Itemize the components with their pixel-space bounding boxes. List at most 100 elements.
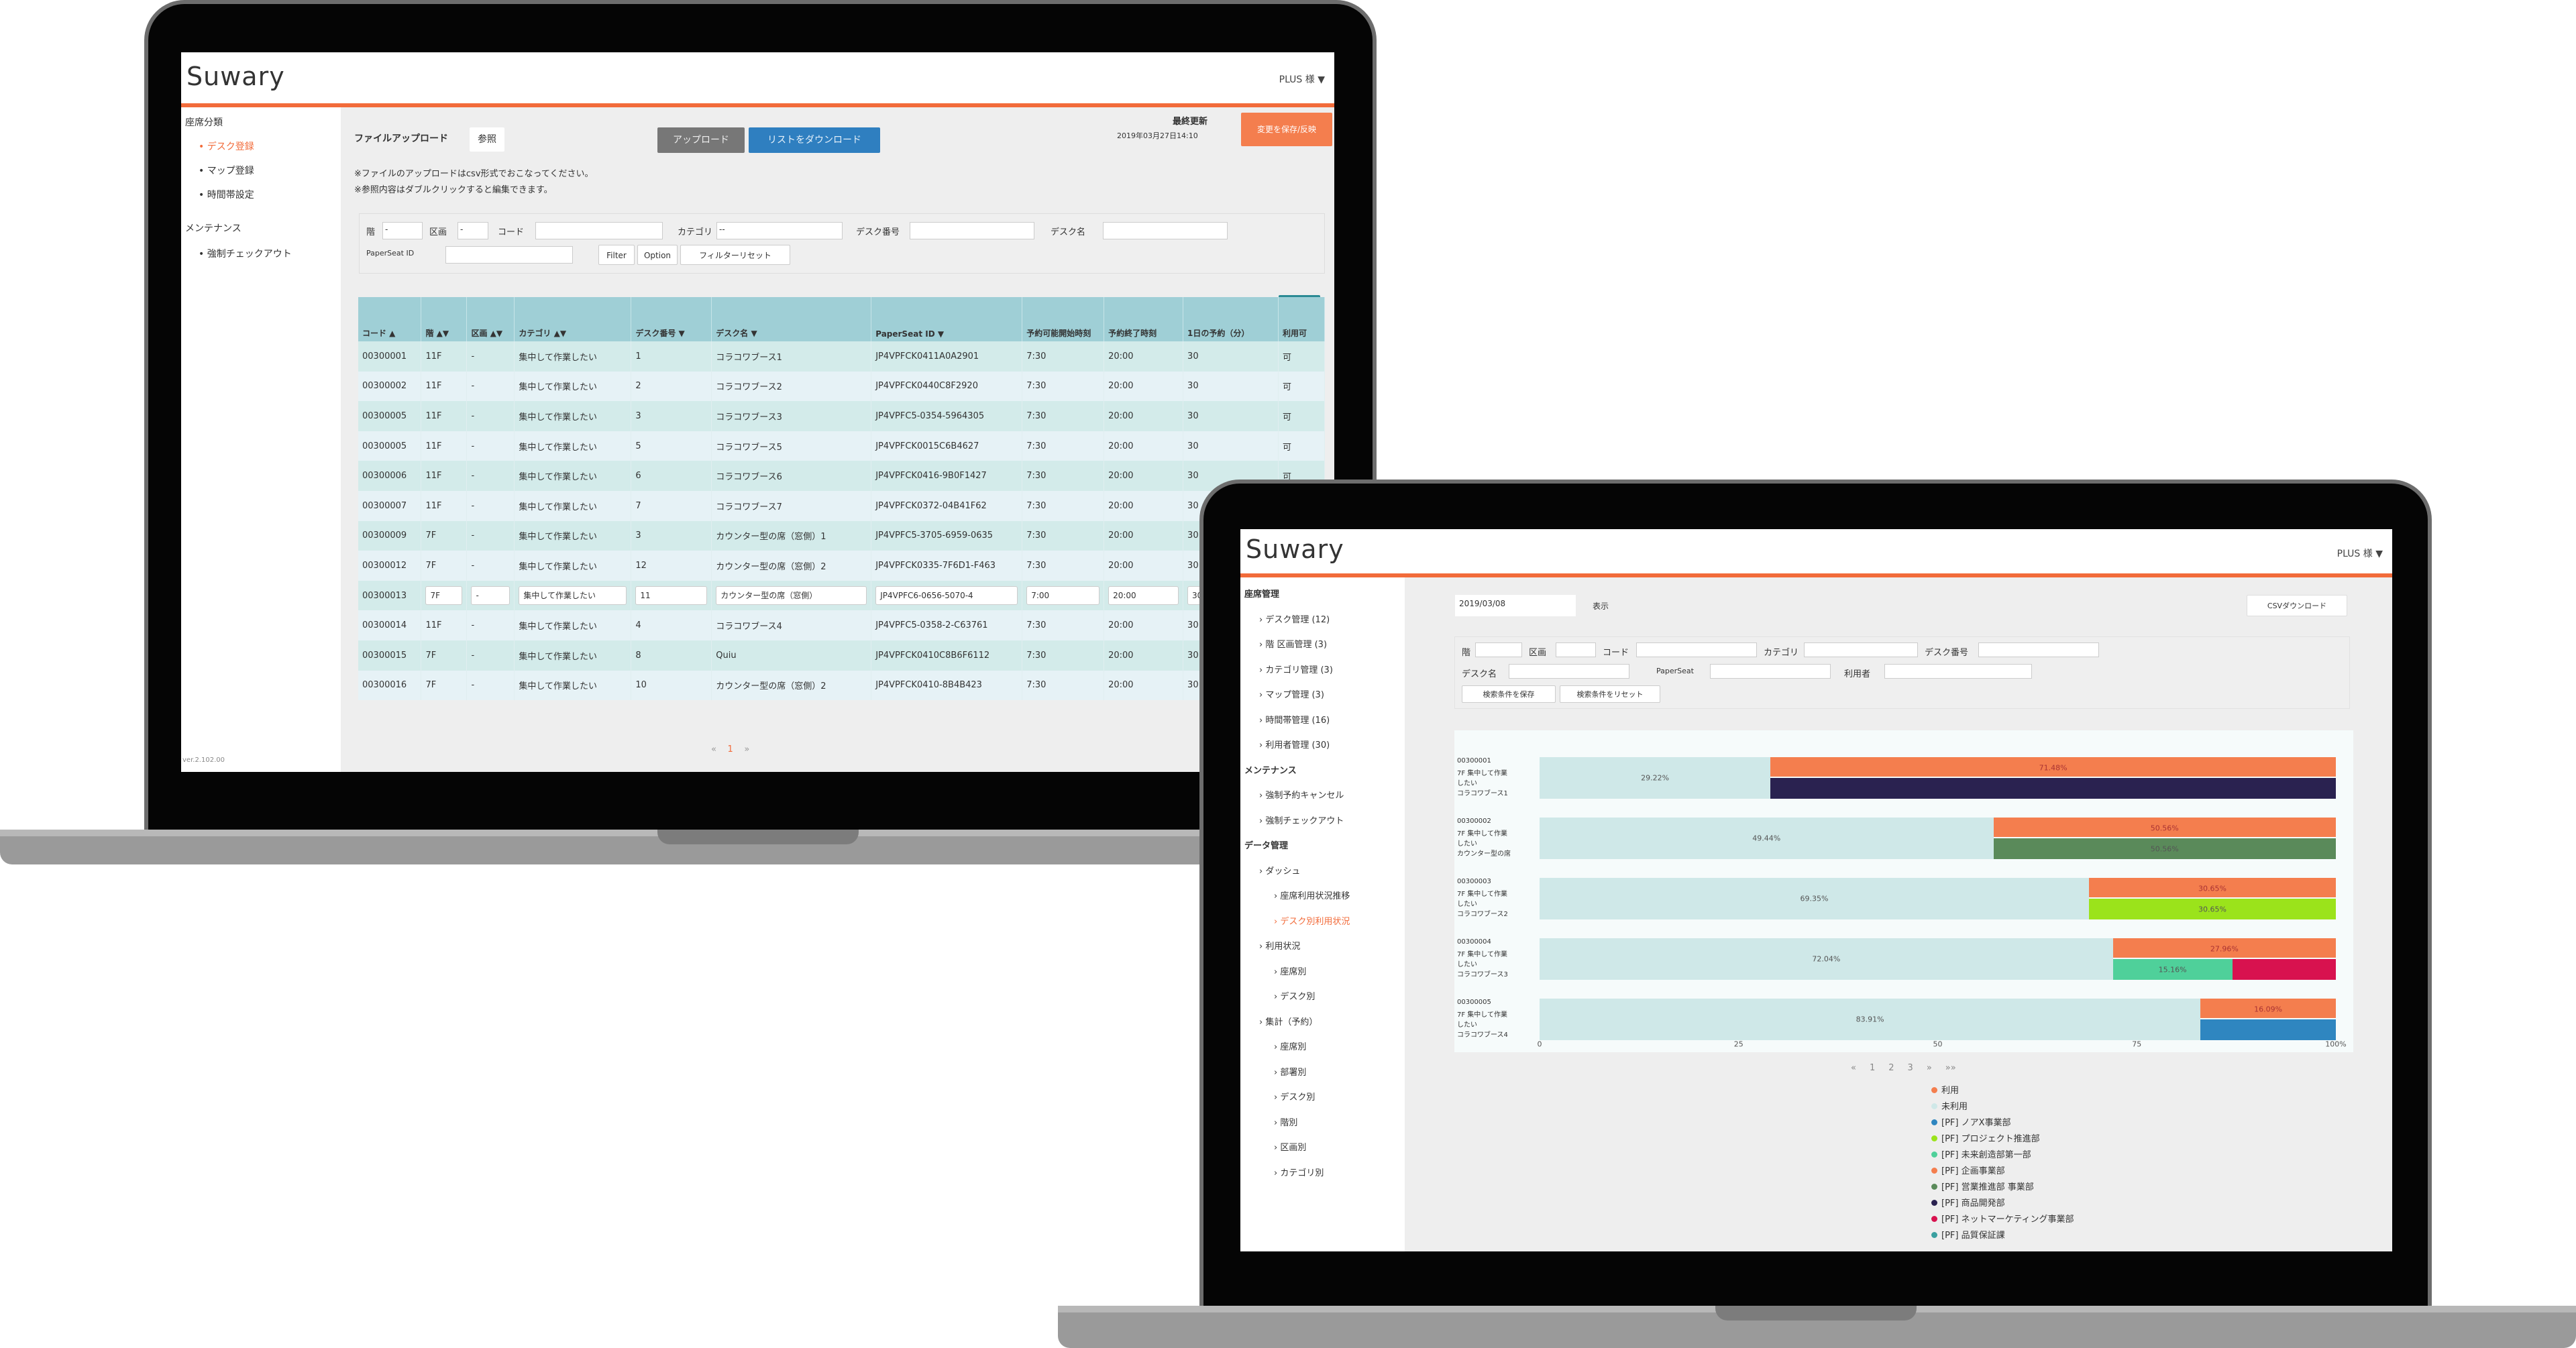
sidebar-item[interactable]: › 強制チェックアウト [1259,813,1344,826]
column-header[interactable]: コード ▲ [358,297,422,341]
filter-button[interactable]: Filter [598,245,635,265]
floor-select[interactable]: - [382,222,423,239]
sidebar-item[interactable]: › 強制予約キャンセル [1259,788,1344,801]
upload-button[interactable]: アップロード [657,127,745,153]
user-menu[interactable]: PLUS 様 ▼ [1279,72,1325,86]
column-header[interactable]: 予約終了時刻 [1104,297,1184,341]
edit-field[interactable]: 11 [635,586,708,606]
category-select[interactable] [1804,642,1918,657]
desk-name-input[interactable] [1509,664,1629,679]
date-input[interactable]: 2019/03/08 [1455,595,1576,616]
edit-field[interactable]: 7:00 [1026,586,1100,606]
sidebar-item[interactable]: › デスク管理 (12) [1259,612,1330,625]
sidebar-item[interactable]: › マップ管理 (3) [1259,687,1324,700]
legend-item[interactable]: 利用 [1931,1083,1959,1096]
page-1[interactable]: 1 [728,744,733,754]
file-name-field[interactable] [510,127,644,152]
page-link[interactable]: 3 [1908,1063,1913,1073]
table-row[interactable]: 00300012 7F - 集中して作業したい 12 カウンター型の席（窓側）2 JP4VP… [358,551,1326,581]
sidebar-item[interactable]: › デスク別 [1274,1090,1315,1103]
sidebar-item[interactable]: › 階別 [1274,1115,1297,1128]
sidebar-item-map[interactable]: • マップ登録 [199,164,254,177]
code-input[interactable] [535,222,663,239]
page-link[interactable]: 1 [1870,1063,1875,1073]
category-select[interactable]: -- [716,222,843,239]
edit-field[interactable]: 集中して作業したい [519,586,627,606]
prev-page[interactable]: « [711,744,716,754]
file-select-button[interactable]: 参照 [470,127,504,152]
desk-no-input[interactable] [1978,642,2099,657]
table-row[interactable]: 00300006 11F - 集中して作業したい 6 コラコワブース6 JP4VPFCK04… [358,461,1326,491]
option-button[interactable]: Option [637,245,678,265]
paperseat-input[interactable] [1710,664,1831,679]
page-link[interactable]: « [1851,1063,1856,1073]
legend-item[interactable]: [PF] 品質保証課 [1931,1228,2005,1241]
user-menu[interactable]: PLUS 様 ▼ [2337,547,2383,560]
sidebar-item-checkout[interactable]: • 強制チェックアウト [199,247,292,260]
user-select[interactable] [1884,664,2032,679]
sidebar-item[interactable]: › デスク別利用状況 [1274,914,1350,927]
sidebar-item-time[interactable]: • 時間帯設定 [199,188,254,201]
sidebar-item-desk[interactable]: • デスク登録 [199,139,254,153]
sidebar-item[interactable]: › 座席別 [1274,1040,1306,1052]
column-header[interactable]: 区画 ▲▼ [466,297,515,341]
page-link[interactable]: »» [1945,1063,1956,1073]
table-row[interactable]: 00300015 7F - 集中して作業したい 8 Quiu JP4VPFCK0410C8B… [358,640,1326,671]
save-apply-button[interactable]: 変更を保存/反映 [1241,113,1332,146]
legend-item[interactable]: [PF] ネットマーケティング事業部 [1931,1212,2074,1225]
page-link[interactable]: » [1927,1063,1932,1073]
legend-item[interactable]: [PF] プロジェクト推進部 [1931,1131,2040,1144]
table-row[interactable]: 00300005 11F - 集中して作業したい 3 コラコワブース3 JP4VPFC5-0… [358,401,1326,431]
page-link[interactable]: 2 [1888,1063,1894,1073]
show-button[interactable]: 表示 [1584,596,1617,616]
sidebar-item[interactable]: › 時間帯管理 (16) [1259,713,1330,726]
column-header[interactable]: 予約可能開始時刻 [1022,297,1105,341]
column-header[interactable]: 1日の予約（分） [1183,297,1279,341]
table-row[interactable]: 00300001 11F - 集中して作業したい 1 コラコワブース1 JP4VPFCK04… [358,341,1326,372]
column-header[interactable]: カテゴリ ▲▼ [514,297,632,341]
column-header[interactable]: PaperSeat ID ▼ [871,297,1023,341]
save-search-button[interactable]: 検索条件を保存 [1462,685,1556,703]
download-list-button[interactable]: リストをダウンロード [749,127,880,153]
edit-field[interactable]: - [471,586,511,606]
table-row[interactable]: 00300007 11F - 集中して作業したい 7 コラコワブース7 JP4VPFCK03… [358,490,1326,521]
next-page[interactable]: » [744,744,749,754]
sidebar-item[interactable]: › 座席利用状況推移 [1274,889,1350,901]
sidebar-item[interactable]: › 集計（予約） [1259,1015,1318,1027]
edit-field[interactable]: JP4VPFC6-0656-5070-4 [875,586,1018,606]
edit-field[interactable]: 20:00 [1108,586,1179,606]
legend-item[interactable]: [PF] 未来創造部第一部 [1931,1147,2031,1160]
area-select[interactable] [1556,642,1596,657]
legend-item[interactable]: [PF] ノアX事業部 [1931,1115,2011,1128]
sidebar-item[interactable]: › 区画別 [1274,1140,1306,1153]
sidebar-item[interactable]: › ダッシュ [1259,864,1300,877]
legend-item[interactable]: 未利用 [1931,1099,1968,1112]
table-row[interactable]: 00300005 11F - 集中して作業したい 5 コラコワブース5 JP4VPFCK00… [358,431,1326,461]
legend-item[interactable]: [PF] 営業推進部 事業部 [1931,1180,2034,1192]
sidebar-item[interactable]: › 利用状況 [1259,939,1300,952]
sidebar-item[interactable]: › 階 区画管理 (3) [1259,637,1327,650]
edit-field[interactable]: カウンター型の席（窓側） [716,586,867,606]
legend-item[interactable]: [PF] 企画事業部 [1931,1164,2005,1176]
column-header[interactable]: デスク名 ▼ [711,297,872,341]
sidebar-item[interactable]: › 部署別 [1274,1065,1306,1078]
column-header[interactable]: 階 ▲▼ [421,297,468,341]
table-row[interactable]: 00300002 11F - 集中して作業したい 2 コラコワブース2 JP4VPFCK04… [358,371,1326,402]
table-row[interactable]: 00300016 7F - 集中して作業したい 10 カウンター型の席（窓側）2 JP4VP… [358,670,1326,701]
legend-item[interactable]: [PF] 商品開発部 [1931,1196,2005,1209]
sidebar-item[interactable]: › デスク別 [1274,989,1315,1002]
csv-download-button[interactable]: CSVダウンロード [2247,595,2347,616]
area-select[interactable]: - [458,222,488,239]
sidebar-item[interactable]: › 座席別 [1274,964,1306,977]
desk-name-input[interactable] [1103,222,1228,239]
paperseat-input[interactable] [445,246,573,264]
column-header[interactable]: 利用可 [1278,297,1326,341]
filter-reset-button[interactable]: フィルターリセット [680,245,790,265]
edit-field[interactable]: 7F [425,586,463,606]
table-row[interactable]: 00300013 7F - 集中して作業したい 11 カウンター型の席（窓側） JP4VPF… [358,580,1326,611]
code-input[interactable] [1636,642,1757,657]
sidebar-item[interactable]: › カテゴリ別 [1274,1166,1324,1178]
table-row[interactable]: 00300009 7F - 集中して作業したい 3 カウンター型の席（窓側）1 JP4VPF… [358,520,1326,551]
sidebar-item[interactable]: › カテゴリ管理 (3) [1259,663,1333,675]
desk-no-input[interactable] [910,222,1034,239]
